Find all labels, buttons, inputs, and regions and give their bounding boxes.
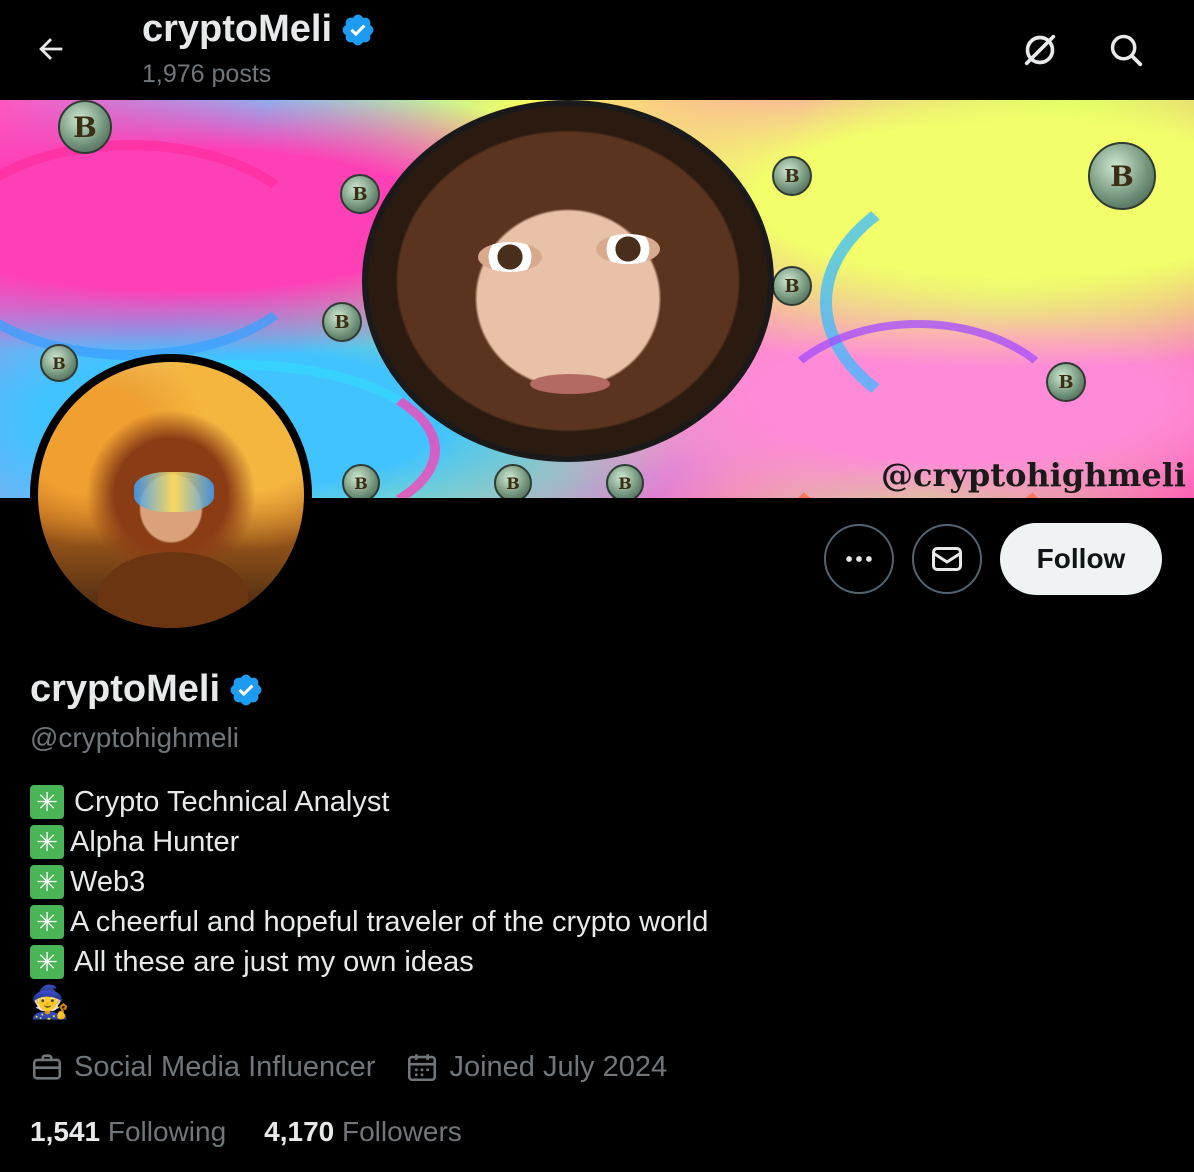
message-button[interactable] bbox=[912, 524, 982, 594]
briefcase-icon bbox=[32, 1054, 62, 1080]
following-link[interactable]: 1,541 Following bbox=[30, 1116, 226, 1148]
mail-icon bbox=[932, 547, 962, 571]
verified-badge-icon bbox=[342, 14, 374, 45]
more-icon bbox=[846, 556, 872, 562]
sparkle-icon: ✳ bbox=[30, 825, 64, 859]
wizard-emoji: 🧙 bbox=[30, 984, 70, 1020]
profile-joined: Joined July 2024 bbox=[405, 1050, 667, 1084]
bio-line: 🧙 bbox=[30, 982, 708, 1022]
profile-handle: @cryptohighmeli bbox=[30, 722, 239, 753]
bitcoin-coin-icon: B bbox=[342, 464, 380, 498]
bio-line: ✳ Crypto Technical Analyst bbox=[30, 782, 708, 822]
bitcoin-coin-icon: B bbox=[772, 156, 812, 196]
category-text: Social Media Influencer bbox=[74, 1050, 376, 1083]
more-button[interactable] bbox=[824, 524, 894, 594]
bio-text: Crypto Technical Analyst bbox=[74, 786, 390, 818]
followers-link[interactable]: 4,170 Followers bbox=[264, 1116, 462, 1148]
header-name: cryptoMeli bbox=[142, 8, 333, 50]
calendar-icon bbox=[408, 1054, 437, 1082]
bitcoin-coin-icon: B bbox=[340, 174, 380, 214]
bitcoin-coin-icon: B bbox=[58, 100, 112, 154]
following-label: Following bbox=[107, 1116, 227, 1147]
bitcoin-coin-icon: B bbox=[1088, 142, 1156, 210]
bitcoin-coin-icon: B bbox=[494, 464, 532, 498]
avatar-image bbox=[38, 362, 304, 628]
bio-text: A cheerful and hopeful traveler of the c… bbox=[70, 906, 709, 938]
sparkle-icon: ✳ bbox=[30, 785, 64, 819]
bio-text: Alpha Hunter bbox=[70, 826, 240, 858]
followers-count: 4,170 bbox=[264, 1116, 335, 1147]
bio-line: ✳ All these are just my own ideas bbox=[30, 942, 708, 982]
followers-label: Followers bbox=[342, 1116, 462, 1147]
arrow-left-icon bbox=[39, 38, 63, 60]
bitcoin-coin-icon: B bbox=[322, 302, 362, 342]
sparkle-icon: ✳ bbox=[30, 905, 64, 939]
follow-button[interactable]: Follow bbox=[1000, 523, 1162, 595]
verified-badge-icon[interactable] bbox=[228, 672, 264, 708]
bitcoin-coin-icon: B bbox=[772, 266, 812, 306]
bio-line: ✳ A cheerful and hopeful traveler of the… bbox=[30, 902, 708, 942]
profile-stats: 1,541 Following 4,170 Followers bbox=[30, 1116, 500, 1148]
search-button[interactable] bbox=[1098, 22, 1154, 78]
bitcoin-coin-icon: B bbox=[1046, 362, 1086, 402]
profile-meta: Social Media Influencer Joined July 2024 bbox=[30, 1050, 697, 1084]
bio-line: ✳ Web3 bbox=[30, 862, 708, 902]
bio-text: Web3 bbox=[70, 866, 146, 898]
bitcoin-coin-icon: B bbox=[40, 344, 78, 382]
profile-avatar[interactable] bbox=[30, 354, 312, 636]
following-count: 1,541 bbox=[30, 1116, 101, 1147]
banner-watermark: @cryptohighmeli bbox=[880, 456, 1186, 494]
back-button[interactable] bbox=[26, 24, 76, 74]
bio-text: All these are just my own ideas bbox=[74, 946, 474, 978]
header-title: cryptoMeli bbox=[142, 8, 376, 51]
top-bar: cryptoMeli 1,976 posts bbox=[0, 0, 1194, 100]
sparkle-icon: ✳ bbox=[30, 865, 64, 899]
grok-button[interactable] bbox=[1012, 22, 1068, 78]
bitcoin-coin-icon: B bbox=[606, 464, 644, 498]
sparkle-icon: ✳ bbox=[30, 945, 64, 979]
banner-portrait bbox=[362, 100, 774, 462]
display-name-text: cryptoMeli bbox=[30, 668, 221, 710]
profile-category: Social Media Influencer bbox=[30, 1050, 375, 1084]
grok-icon bbox=[1024, 34, 1056, 66]
joined-text: Joined July 2024 bbox=[449, 1050, 668, 1083]
post-count: 1,976 posts bbox=[142, 60, 272, 88]
search-icon bbox=[1110, 34, 1143, 67]
bio-line: ✳ Alpha Hunter bbox=[30, 822, 708, 862]
profile-name: cryptoMeli bbox=[30, 668, 264, 711]
profile-bio: ✳ Crypto Technical Analyst ✳ Alpha Hunte… bbox=[30, 782, 708, 1022]
